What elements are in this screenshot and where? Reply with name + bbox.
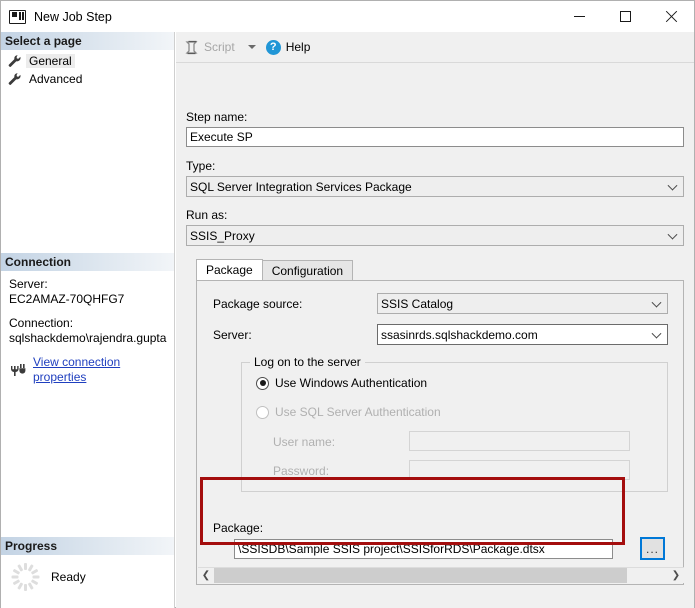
sidebar-item-general[interactable]: General — [1, 52, 174, 70]
chevron-down-icon — [667, 229, 678, 240]
window-icon — [9, 9, 26, 24]
package-source-dropdown[interactable]: SSIS Catalog — [377, 293, 668, 314]
script-label: Script — [204, 40, 235, 54]
scroll-left-button[interactable]: ❮ — [198, 568, 214, 583]
title-bar: New Job Step — [1, 1, 694, 32]
view-connection-properties-row[interactable]: View connection properties — [9, 355, 168, 385]
plug-icon — [9, 363, 27, 377]
sidebar-item-general-label: General — [26, 54, 75, 68]
package-tab-panel: Package source: SSIS Catalog Server: ssa… — [196, 280, 684, 585]
run-as-label: Run as: — [186, 208, 228, 222]
logon-group: Log on to the server Use Windows Authent… — [241, 355, 668, 492]
sidebar-item-advanced[interactable]: Advanced — [1, 70, 174, 88]
connection-server-label: Server: — [9, 277, 48, 291]
select-a-page-header: Select a page — [1, 32, 174, 50]
connection-header: Connection — [1, 253, 174, 271]
close-button[interactable] — [648, 1, 694, 32]
browse-package-button[interactable]: ... — [640, 537, 665, 560]
chevron-down-icon — [651, 297, 662, 308]
user-name-label: User name: — [273, 435, 336, 449]
connection-server-value: EC2AMAZ-70QHFG7 — [9, 292, 125, 306]
progress-status-row: Ready — [1, 555, 174, 595]
run-as-group: Run as: SSIS_Proxy — [186, 208, 684, 246]
windows-auth-label: Use Windows Authentication — [275, 376, 428, 390]
server-dropdown[interactable]: ssasinrds.sqlshackdemo.com — [377, 324, 668, 345]
script-button[interactable]: Script — [184, 40, 235, 55]
sql-auth-label: Use SQL Server Authentication — [275, 405, 441, 419]
server-value: ssasinrds.sqlshackdemo.com — [381, 327, 538, 342]
package-source-value: SSIS Catalog — [381, 296, 454, 311]
scroll-thumb[interactable] — [214, 568, 627, 583]
toolbar: Script ? Help — [176, 32, 694, 63]
left-pane: Select a page General Advanced Connectio… — [1, 32, 175, 608]
chevron-down-icon — [667, 180, 678, 191]
package-path-input[interactable]: \SSISDB\Sample SSIS project\SSISforRDS\P… — [234, 539, 613, 559]
connection-section: Connection Server: EC2AMAZ-70QHFG7 Conne… — [1, 253, 174, 389]
wrench-icon — [7, 54, 21, 68]
logon-group-title: Log on to the server — [250, 355, 365, 369]
scroll-track[interactable] — [214, 568, 668, 583]
progress-section: Progress Ready — [1, 537, 174, 595]
user-name-input — [409, 431, 630, 451]
step-name-group: Step name: Execute SP — [186, 110, 684, 147]
type-value: SQL Server Integration Services Package — [190, 179, 412, 194]
radio-icon — [256, 405, 269, 419]
type-label: Type: — [186, 159, 216, 173]
window-title: New Job Step — [34, 9, 112, 24]
help-label: Help — [285, 40, 311, 54]
connection-value: sqlshackdemo\rajendra.gupta — [9, 331, 167, 345]
help-button[interactable]: ? Help — [265, 39, 311, 55]
tab-configuration[interactable]: Configuration — [261, 260, 354, 281]
chevron-down-icon[interactable] — [247, 45, 256, 49]
sql-auth-radio-row[interactable]: Use SQL Server Authentication — [256, 405, 441, 419]
horizontal-scrollbar[interactable]: ❮ ❯ — [198, 567, 684, 583]
close-icon — [665, 10, 678, 23]
spinner-icon — [11, 563, 39, 591]
type-dropdown[interactable]: SQL Server Integration Services Package — [186, 176, 684, 197]
run-as-dropdown[interactable]: SSIS_Proxy — [186, 225, 684, 246]
radio-icon — [256, 376, 269, 390]
sidebar-item-advanced-label: Advanced — [29, 72, 83, 86]
connection-server-group: Server: EC2AMAZ-70QHFG7 — [9, 277, 168, 307]
password-label: Password: — [273, 464, 330, 478]
chevron-down-icon — [651, 328, 662, 339]
wrench-icon — [7, 72, 21, 86]
windows-auth-radio-row[interactable]: Use Windows Authentication — [256, 376, 427, 390]
connection-details: Server: EC2AMAZ-70QHFG7 Connection: sqls… — [1, 271, 174, 389]
step-name-label: Step name: — [186, 110, 248, 124]
new-job-step-dialog: New Job Step Select a page General Advan… — [0, 0, 695, 608]
connection-label: Connection: — [9, 316, 74, 330]
step-name-input[interactable]: Execute SP — [186, 127, 684, 147]
view-connection-properties-link[interactable]: View connection properties — [33, 355, 168, 385]
maximize-button[interactable] — [602, 1, 648, 32]
package-source-label: Package source: — [213, 297, 303, 311]
server-label: Server: — [213, 328, 252, 342]
tab-strip: Package Configuration — [196, 259, 354, 281]
type-group: Type: SQL Server Integration Services Pa… — [186, 159, 684, 197]
scroll-right-button[interactable]: ❯ — [668, 568, 684, 583]
progress-header: Progress — [1, 537, 174, 555]
right-pane: Script ? Help Step name: Execute SP Type… — [176, 32, 694, 608]
connection-user-group: Connection: sqlshackdemo\rajendra.gupta — [9, 316, 168, 346]
run-as-value: SSIS_Proxy — [190, 228, 255, 243]
window-controls — [556, 1, 694, 32]
progress-status-text: Ready — [51, 570, 86, 584]
package-label: Package: — [213, 521, 264, 535]
maximize-icon — [619, 11, 631, 22]
page-list: General Advanced — [1, 50, 174, 88]
tab-package[interactable]: Package — [196, 259, 263, 281]
minimize-icon — [573, 16, 585, 17]
help-icon: ? — [265, 39, 281, 55]
password-input — [409, 460, 630, 480]
minimize-button[interactable] — [556, 1, 602, 32]
script-icon — [184, 40, 200, 55]
